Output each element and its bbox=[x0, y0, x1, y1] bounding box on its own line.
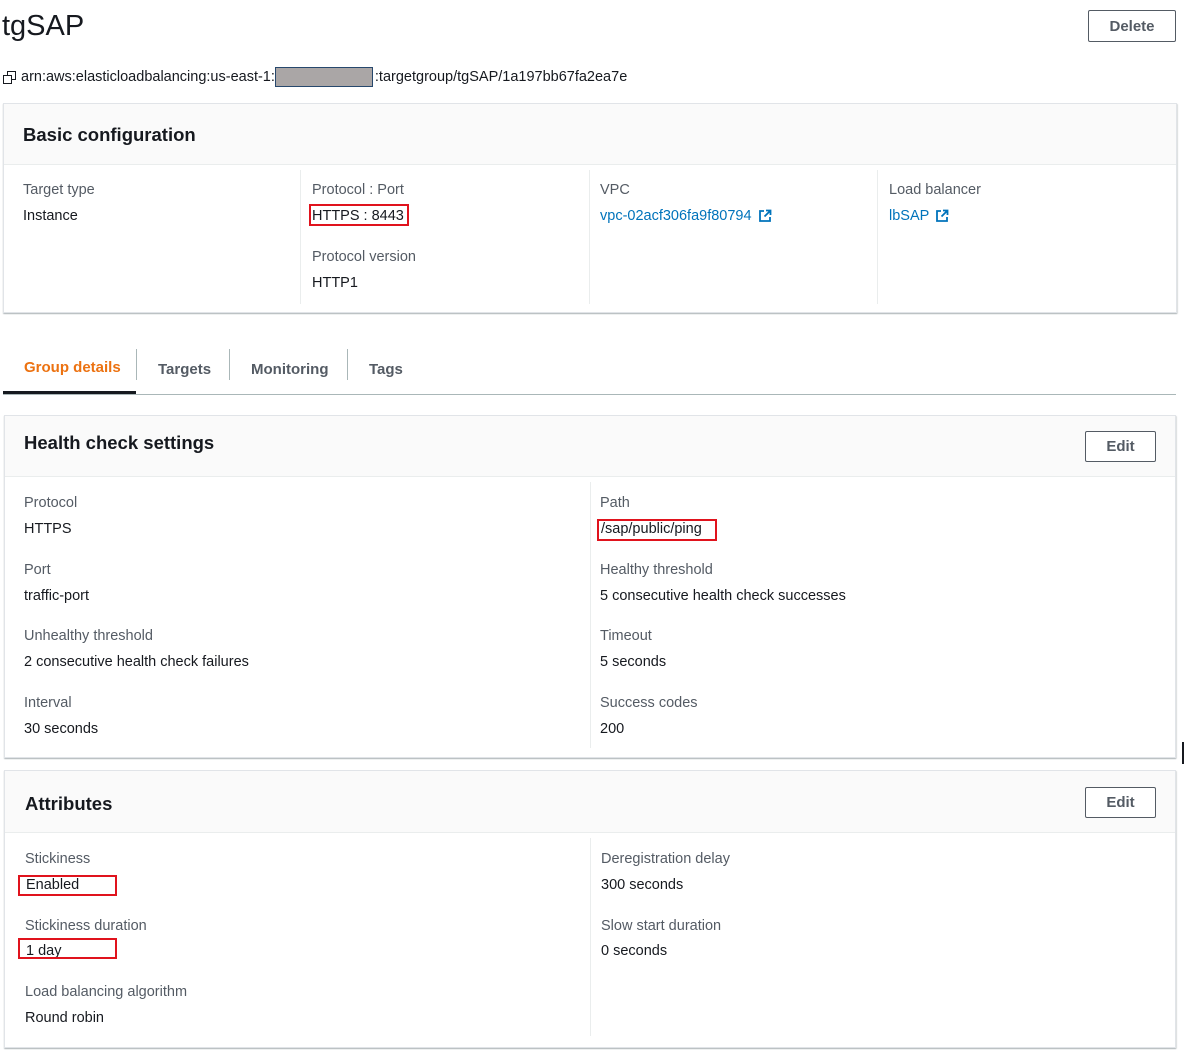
load-balancer-label: Load balancer bbox=[889, 182, 981, 198]
tab-label: Targets bbox=[158, 360, 212, 378]
highlight-box bbox=[18, 875, 117, 896]
panel-title: Basic configuration bbox=[23, 124, 196, 145]
highlight-box bbox=[309, 204, 409, 226]
external-link-icon bbox=[936, 209, 949, 222]
healthy-threshold-value: 5 consecutive health check successes bbox=[600, 588, 846, 604]
vpc-link[interactable]: vpc-02acf306fa9f80794 bbox=[600, 208, 772, 224]
protocol-port-label: Protocol : Port bbox=[312, 182, 404, 198]
load-balancing-algorithm-label: Load balancing algorithm bbox=[25, 984, 188, 1000]
interval-value: 30 seconds bbox=[24, 721, 99, 737]
edit-health-check-button[interactable]: Edit bbox=[1085, 431, 1156, 462]
tab-tags[interactable]: Tags bbox=[369, 344, 403, 394]
vpc-label: VPC bbox=[600, 182, 630, 198]
tab-divider bbox=[229, 349, 230, 380]
interval-label: Interval bbox=[24, 695, 72, 711]
unhealthy-threshold-value: 2 consecutive health check failures bbox=[24, 654, 249, 670]
column-divider bbox=[877, 170, 878, 304]
column-divider bbox=[590, 482, 591, 748]
redacted-account-id bbox=[274, 67, 373, 87]
protocol-version-value: HTTP1 bbox=[312, 275, 358, 291]
slow-start-duration-value: 0 seconds bbox=[601, 943, 668, 959]
protocol-version-label: Protocol version bbox=[312, 249, 416, 265]
load-balancing-algorithm-value: Round robin bbox=[25, 1010, 104, 1026]
slow-start-duration-label: Slow start duration bbox=[601, 918, 722, 934]
tab-divider bbox=[136, 349, 137, 380]
port-label: Port bbox=[24, 562, 51, 578]
unhealthy-threshold-label: Unhealthy threshold bbox=[24, 628, 153, 644]
tab-label: Group details bbox=[24, 359, 121, 376]
protocol-label: Protocol bbox=[24, 495, 78, 511]
target-type-value: Instance bbox=[23, 208, 78, 224]
deregistration-delay-value: 300 seconds bbox=[601, 877, 684, 893]
arn-row: arn:aws:elasticloadbalancing:us-east-1: … bbox=[3, 66, 627, 88]
vpc-link-text: vpc-02acf306fa9f80794 bbox=[600, 208, 752, 224]
tab-label: Tags bbox=[369, 360, 403, 378]
arn-prefix: arn:aws:elasticloadbalancing:us-east-1: bbox=[21, 69, 275, 85]
page-title: tgSAP bbox=[2, 10, 85, 42]
tab-label: Monitoring bbox=[251, 360, 329, 378]
attributes-panel: Attributes Edit Stickiness Enabled Stick… bbox=[4, 770, 1176, 1048]
stickiness-duration-label: Stickiness duration bbox=[25, 918, 147, 934]
column-divider bbox=[590, 838, 591, 1036]
stickiness-label: Stickiness bbox=[25, 851, 91, 867]
deregistration-delay-label: Deregistration delay bbox=[601, 851, 730, 867]
highlight-box bbox=[597, 519, 717, 541]
copy-icon[interactable] bbox=[3, 70, 17, 84]
tab-targets[interactable]: Targets bbox=[158, 344, 211, 394]
basic-configuration-panel: Basic configuration Target type Instance… bbox=[3, 103, 1177, 313]
delete-button[interactable]: Delete bbox=[1088, 10, 1176, 42]
panel-header bbox=[5, 771, 1175, 833]
target-type-label: Target type bbox=[23, 182, 95, 198]
port-value: traffic-port bbox=[24, 588, 90, 604]
tab-divider bbox=[347, 349, 348, 380]
panel-title: Health check settings bbox=[24, 432, 215, 453]
text-cursor bbox=[1182, 742, 1184, 764]
healthy-threshold-label: Healthy threshold bbox=[600, 562, 713, 578]
edit-attributes-button[interactable]: Edit bbox=[1085, 787, 1156, 818]
load-balancer-link-text: lbSAP bbox=[889, 208, 930, 224]
arn-suffix: :targetgroup/tgSAP/1a197bb67fa2ea7e bbox=[374, 69, 628, 85]
tab-group-details[interactable]: Group details bbox=[3, 344, 136, 394]
load-balancer-link[interactable]: lbSAP bbox=[889, 208, 949, 224]
external-link-icon bbox=[758, 209, 771, 222]
success-codes-value: 200 bbox=[600, 721, 625, 737]
tab-bar: Group details Targets Monitoring Tags bbox=[3, 344, 1176, 395]
column-divider bbox=[589, 170, 590, 304]
path-label: Path bbox=[600, 495, 630, 511]
success-codes-label: Success codes bbox=[600, 695, 698, 711]
protocol-value: HTTPS bbox=[24, 521, 72, 537]
timeout-label: Timeout bbox=[600, 628, 652, 644]
tab-monitoring[interactable]: Monitoring bbox=[251, 344, 328, 394]
timeout-value: 5 seconds bbox=[600, 654, 667, 670]
column-divider bbox=[300, 170, 301, 304]
highlight-box bbox=[18, 938, 117, 959]
panel-title: Attributes bbox=[25, 793, 113, 814]
health-check-settings-panel: Health check settings Edit Protocol HTTP… bbox=[4, 415, 1176, 758]
